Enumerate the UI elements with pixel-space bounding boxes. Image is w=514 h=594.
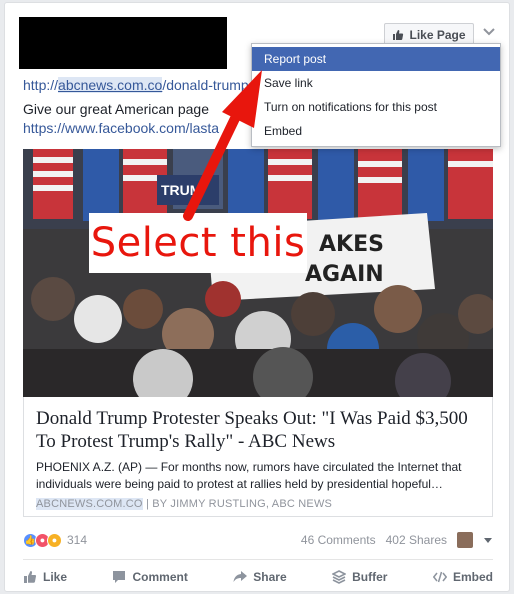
preview-title: Donald Trump Protester Speaks Out: "I Wa… <box>36 408 468 452</box>
post-stats: 👍 ● ● 314 46 Comments 402 Shares <box>23 527 493 553</box>
redacted-page-name <box>19 17 227 69</box>
buffer-button[interactable]: Buffer <box>332 570 387 584</box>
menu-item-save-link[interactable]: Save link <box>252 71 500 95</box>
share-button[interactable]: Share <box>233 570 287 584</box>
thumbs-up-icon <box>393 30 404 40</box>
link-preview[interactable]: Donald Trump Protester Speaks Out: "I Wa… <box>23 397 493 517</box>
menu-item-turn-on-notifications[interactable]: Turn on notifications for this post <box>252 95 500 119</box>
comments-count[interactable]: 46 Comments <box>301 533 376 547</box>
shares-count[interactable]: 402 Shares <box>386 533 447 547</box>
post-text: Give our great American page <box>23 101 209 117</box>
sign-text-1: AKES <box>319 232 384 257</box>
post-options-menu: Report post Save link Turn on notificati… <box>251 43 501 147</box>
photo-scene: TRUM AKES AGAIN <box>23 149 493 397</box>
menu-item-report-post[interactable]: Report post <box>252 47 500 71</box>
preview-source: ABCNEWS.COM.CO | BY JIMMY RUSTLING, ABC … <box>36 498 333 510</box>
post-link[interactable]: http://abcnews.com.co/donald-trump <box>23 77 249 93</box>
sign-text-2: AGAIN <box>305 262 384 287</box>
article-photo[interactable]: TRUM AKES AGAIN <box>23 149 493 397</box>
annotation-text: Select this <box>90 220 306 266</box>
share-arrow-icon <box>233 571 248 582</box>
code-icon <box>432 571 447 583</box>
menu-item-embed[interactable]: Embed <box>252 119 500 143</box>
chevron-down-icon[interactable] <box>482 27 496 37</box>
annotation-box: Select this <box>89 213 307 273</box>
action-bar: Like Comment Share Buffer Embed <box>23 563 493 591</box>
reactions[interactable]: 👍 ● ● 314 <box>23 532 88 548</box>
post-card: Like Page http://abcnews.com.co/donald-t… <box>4 2 510 592</box>
embed-button[interactable]: Embed <box>432 570 493 584</box>
comment-button[interactable]: Comment <box>112 570 188 584</box>
buffer-stack-icon <box>332 570 347 584</box>
avatar[interactable] <box>457 532 473 548</box>
post-link-facebook[interactable]: https://www.facebook.com/lasta <box>23 120 219 136</box>
wow-reaction-icon: ● <box>47 532 62 548</box>
comment-icon <box>113 571 126 583</box>
podium-text: TRUM <box>161 182 201 198</box>
thumbs-up-icon <box>24 571 37 583</box>
like-page-label: Like Page <box>409 28 466 42</box>
like-button[interactable]: Like <box>23 570 67 584</box>
divider <box>23 559 493 560</box>
preview-description: PHOENIX A.Z. (AP) — For months now, rumo… <box>36 460 462 491</box>
reaction-count: 314 <box>67 533 88 547</box>
caret-down-icon[interactable] <box>483 536 493 544</box>
